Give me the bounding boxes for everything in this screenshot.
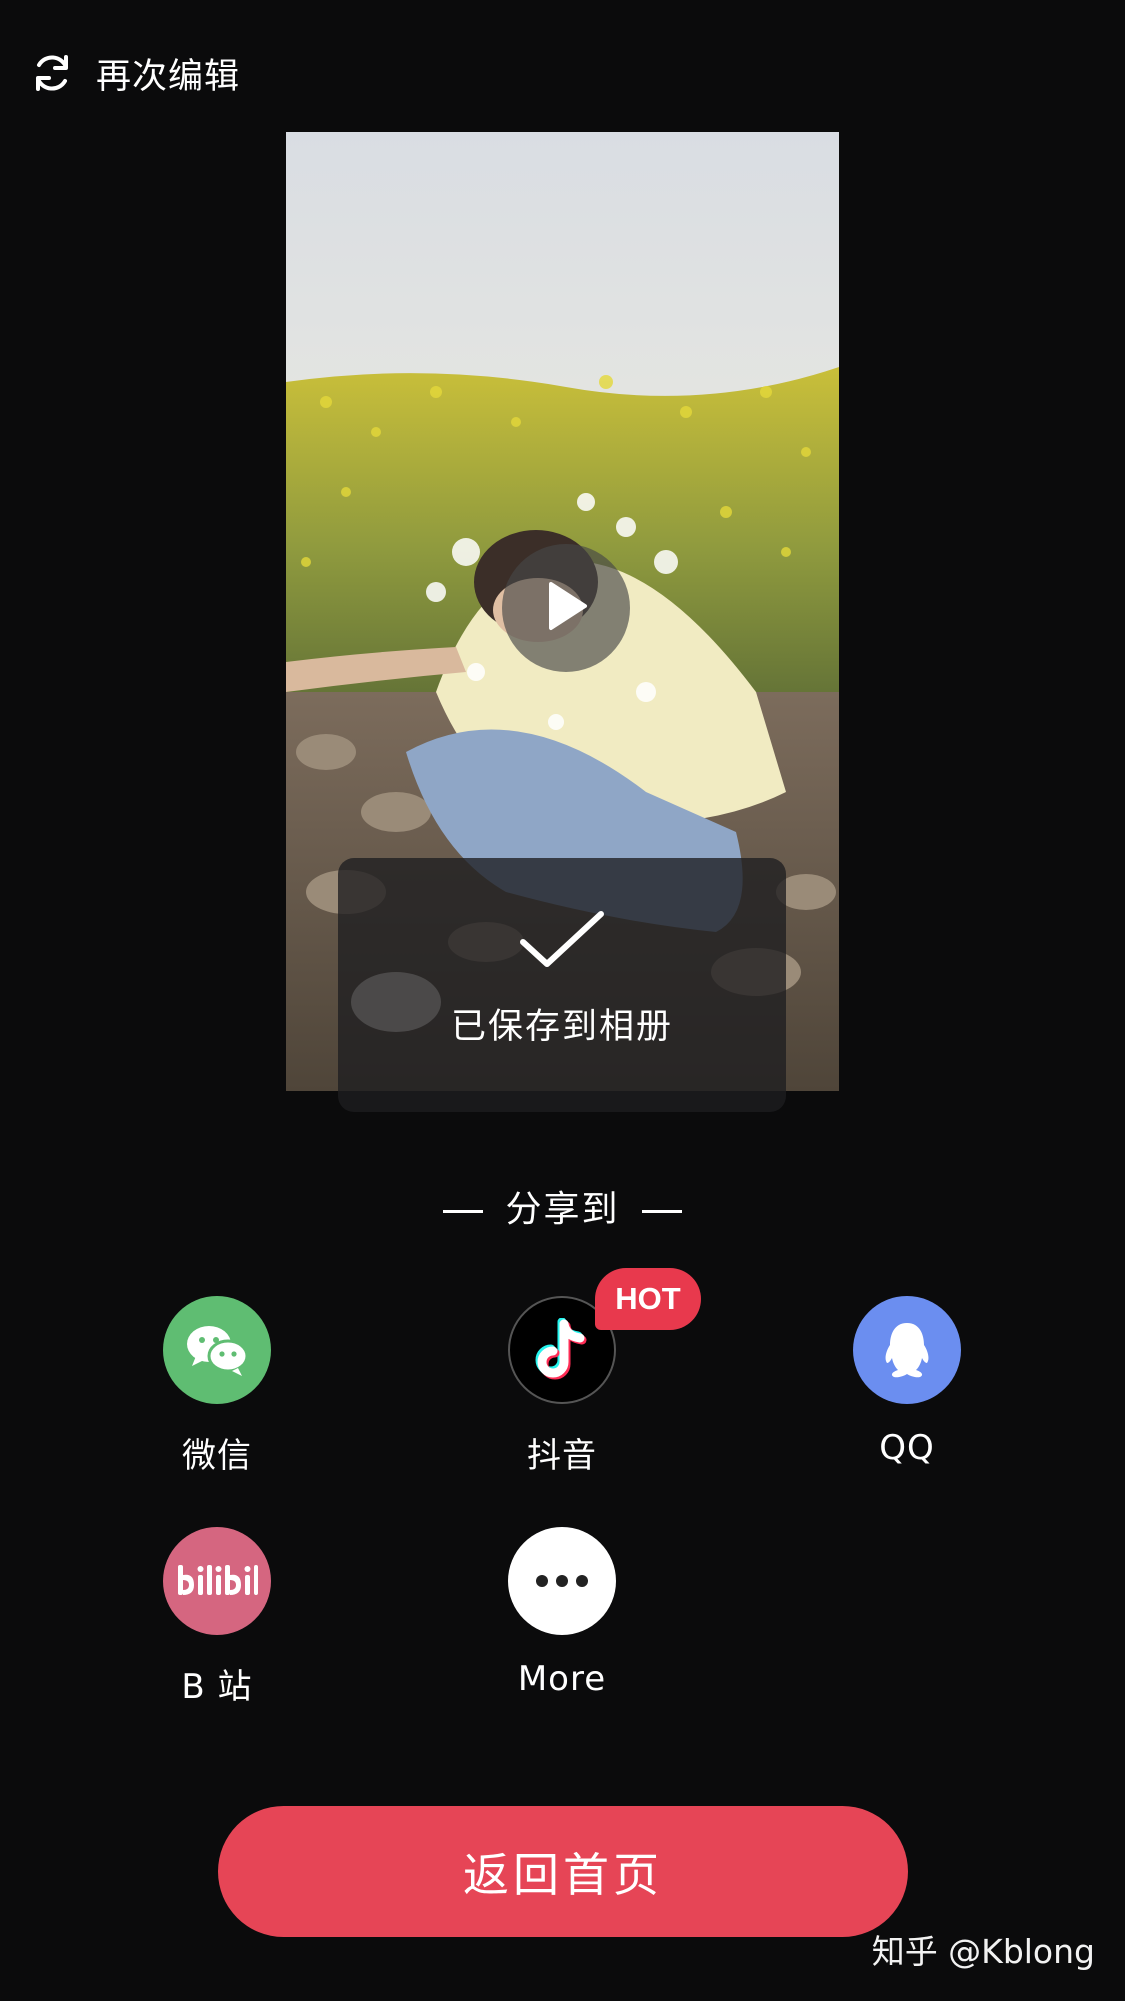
wechat-icon	[163, 1296, 271, 1404]
bilibili-icon	[163, 1527, 271, 1635]
saved-message: 已保存到相册	[450, 1007, 673, 1047]
share-title: 分享到	[0, 1180, 1125, 1232]
play-icon	[541, 578, 591, 638]
share-bilibili[interactable]: B 站	[107, 1527, 327, 1708]
title-dash-left	[443, 1209, 484, 1213]
watermark: 知乎 @Kblong	[871, 1932, 1095, 1971]
saved-toast: 已保存到相册	[338, 858, 786, 1112]
share-qq[interactable]: QQ	[797, 1296, 1017, 1468]
share-bilibili-label: B 站	[181, 1667, 253, 1707]
edit-again-label: 再次编辑	[96, 56, 241, 97]
play-button[interactable]	[502, 544, 630, 672]
check-icon	[517, 908, 607, 976]
share-wechat-label: 微信	[182, 1436, 252, 1476]
refresh-icon	[30, 51, 74, 95]
share-douyin-label: 抖音	[527, 1436, 597, 1476]
share-wechat[interactable]: 微信	[107, 1296, 327, 1477]
hot-badge: HOT	[595, 1268, 701, 1330]
more-icon	[508, 1527, 616, 1635]
share-qq-label: QQ	[879, 1428, 935, 1468]
share-title-text: 分享到	[505, 1189, 620, 1230]
qq-icon	[853, 1296, 961, 1404]
return-home-button[interactable]: 返回首页	[218, 1806, 908, 1937]
share-more[interactable]: More	[452, 1527, 672, 1699]
title-dash-right	[641, 1209, 682, 1213]
edit-again-button[interactable]: 再次编辑	[30, 40, 240, 106]
share-more-label: More	[517, 1659, 607, 1699]
